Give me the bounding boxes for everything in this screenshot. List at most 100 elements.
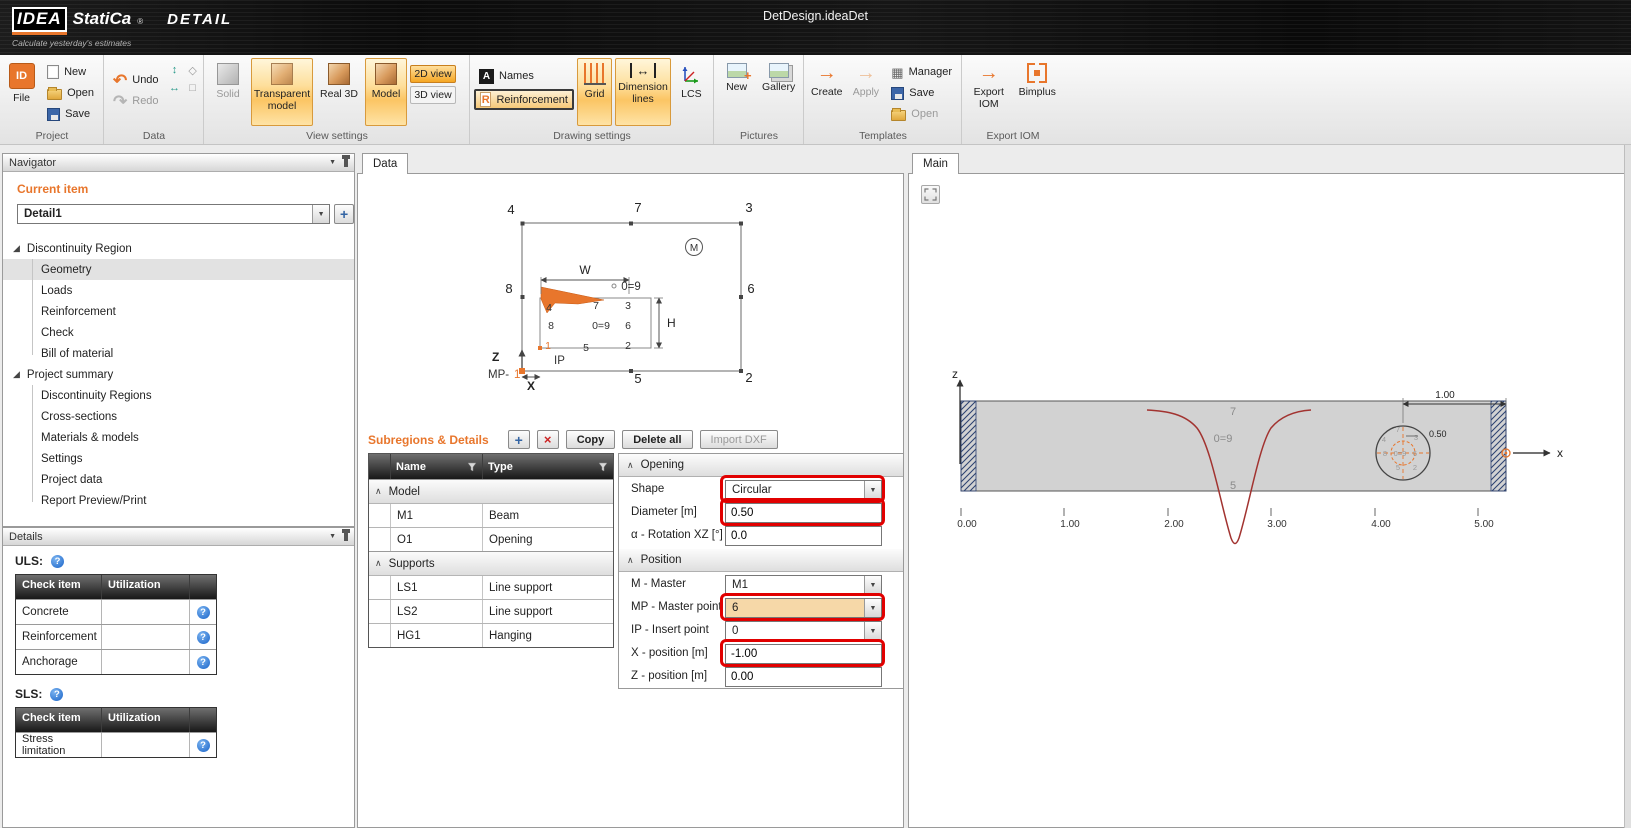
tree-item-loads[interactable]: Loads [3, 280, 354, 301]
dimension-lines-toggle[interactable]: ↔ Dimension lines [615, 58, 671, 126]
tree-item-settings[interactable]: Settings [3, 448, 354, 469]
template-apply-button[interactable]: → Apply [849, 58, 884, 126]
move-node-horizontal-icon[interactable]: ↔ [167, 80, 183, 96]
tree-item-report-preview-print[interactable]: Report Preview/Print [3, 490, 354, 511]
tree-item-project-data[interactable]: Project data [3, 469, 354, 490]
tree-item-materials-models[interactable]: Materials & models [3, 427, 354, 448]
chevron-down-icon[interactable]: ▼ [864, 481, 881, 499]
chevron-down-icon[interactable]: ▼ [864, 599, 881, 617]
wireframe-cube-icon[interactable]: □ [185, 80, 201, 96]
collapse-icon[interactable]: ∧ [627, 555, 634, 566]
names-toggle[interactable]: A Names [474, 66, 574, 86]
template-save-button[interactable]: Save [886, 83, 957, 103]
rotation-input[interactable] [725, 526, 882, 546]
chevron-down-icon[interactable]: ▼ [864, 622, 881, 640]
export-iom-button[interactable]: → Export IOM [966, 58, 1012, 126]
shape-select[interactable]: Circular ▼ [725, 480, 882, 500]
master-select[interactable]: M1 ▼ [725, 575, 882, 595]
master-point-select[interactable]: 6 ▼ [725, 598, 882, 618]
delete-all-button[interactable]: Delete all [622, 430, 692, 449]
group-row-supports[interactable]: ∧ Supports [369, 551, 613, 575]
filter-icon[interactable] [467, 462, 477, 472]
group-opening[interactable]: ∧ Opening [619, 454, 903, 477]
move-node-vertical-icon[interactable]: ↕ [167, 62, 183, 78]
table-row-o1[interactable]: O1 Opening [369, 527, 613, 551]
reinforcement-toggle[interactable]: R Reinforcement [474, 89, 574, 110]
column-type[interactable]: Type [483, 454, 613, 479]
template-open-button[interactable]: Open [886, 104, 957, 124]
tab-main[interactable]: Main [912, 153, 959, 174]
diameter-input[interactable] [725, 503, 882, 523]
tree-item-geometry[interactable]: Geometry [3, 259, 354, 280]
help-icon[interactable]: ? [197, 606, 210, 619]
panel-collapse-icon[interactable]: ▼ [329, 159, 336, 166]
add-detail-button[interactable]: + [334, 204, 354, 224]
help-icon[interactable]: ? [51, 555, 64, 568]
group-position[interactable]: ∧ Position [619, 549, 903, 572]
add-subregion-button[interactable]: + [508, 430, 530, 449]
tree-item-reinforcement[interactable]: Reinforcement [3, 301, 354, 322]
template-create-button[interactable]: → Create [808, 58, 846, 126]
collapse-icon[interactable]: ∧ [375, 486, 382, 497]
help-icon[interactable]: ? [197, 739, 210, 752]
pin-icon[interactable] [344, 532, 348, 541]
new-button[interactable]: New [42, 62, 99, 82]
column-name[interactable]: Name [391, 454, 483, 479]
x-position-input[interactable] [725, 644, 882, 664]
expander-icon[interactable]: ◢ [13, 369, 20, 380]
uls-label: ULS: [15, 554, 43, 568]
table-row-ls2[interactable]: LS2 Line support [369, 599, 613, 623]
picture-new-button[interactable]: + New [718, 58, 755, 126]
help-icon[interactable]: ? [50, 688, 63, 701]
view-2d-button[interactable]: 2D view [410, 65, 456, 83]
detail-select[interactable]: Detail1 ▼ [17, 204, 330, 224]
help-icon[interactable]: ? [197, 656, 210, 669]
tree-item-bill-of-material[interactable]: Bill of material [3, 343, 354, 364]
tree-node-discontinuity-region[interactable]: ◢ Discontinuity Region [3, 238, 354, 259]
chevron-down-icon[interactable]: ▼ [864, 576, 881, 594]
pin-icon[interactable] [344, 158, 348, 167]
table-row-hg1[interactable]: HG1 Hanging [369, 623, 613, 647]
bimplus-button[interactable]: Bimplus [1015, 58, 1061, 126]
expander-icon[interactable]: ◢ [13, 243, 20, 254]
tree-item-discontinuity-regions[interactable]: Discontinuity Regions [3, 385, 354, 406]
solid-button[interactable]: Solid [208, 58, 248, 126]
template-manager-button[interactable]: ▦ Manager [886, 62, 957, 82]
redo-button[interactable]: ↷ Redo [108, 91, 164, 111]
table-row-ls1[interactable]: LS1 Line support [369, 575, 613, 599]
z-position-input[interactable] [725, 667, 882, 687]
panel-collapse-icon[interactable]: ▼ [329, 533, 336, 540]
lcs-toggle[interactable]: LCS [674, 58, 709, 126]
beam-model-view[interactable]: z 7 0=9 5 7 4 3 8 0=9 6 5 2 0.50 [909, 174, 1626, 828]
undo-button[interactable]: ↶ Undo [108, 70, 164, 90]
collapse-icon[interactable]: ∧ [627, 460, 634, 471]
help-icon[interactable]: ? [197, 631, 210, 644]
tree-node-project-summary[interactable]: ◢ Project summary [3, 364, 354, 385]
file-button[interactable]: ID File [4, 58, 39, 126]
gallery-button[interactable]: Gallery [758, 58, 799, 126]
copy-button[interactable]: Copy [566, 430, 616, 449]
delete-subregion-button[interactable]: × [537, 430, 559, 449]
collapse-icon[interactable]: ∧ [375, 558, 382, 569]
tab-data[interactable]: Data [362, 153, 408, 174]
filter-icon[interactable] [598, 462, 608, 472]
group-row-model[interactable]: ∧ Model [369, 479, 613, 503]
save-button[interactable]: Save [42, 104, 99, 124]
table-row-m1[interactable]: M1 Beam [369, 503, 613, 527]
grid-toggle[interactable]: Grid [577, 58, 612, 126]
node-shape-icon[interactable]: ◇ [185, 62, 201, 78]
real-3d-button[interactable]: Real 3D [316, 58, 362, 126]
geometry-schematic[interactable]: 4 7 3 8 6 5 2 M W 0=9 H [358, 174, 905, 426]
tree-item-cross-sections[interactable]: Cross-sections [3, 406, 354, 427]
open-button[interactable]: Open [42, 83, 99, 103]
insert-point-select[interactable]: 0 ▼ [725, 621, 882, 641]
import-dxf-button[interactable]: Import DXF [700, 430, 778, 449]
transparent-model-button[interactable]: Transparent model [251, 58, 313, 126]
tree-item-check[interactable]: Check [3, 322, 354, 343]
chevron-down-icon[interactable]: ▼ [312, 205, 329, 223]
model-button[interactable]: Model [365, 58, 407, 126]
view-3d-button[interactable]: 3D view [410, 86, 456, 104]
dimension-lines-icon: ↔ [630, 63, 656, 78]
height-dimension-label: H [667, 316, 676, 330]
scrollbar[interactable] [1624, 145, 1631, 828]
